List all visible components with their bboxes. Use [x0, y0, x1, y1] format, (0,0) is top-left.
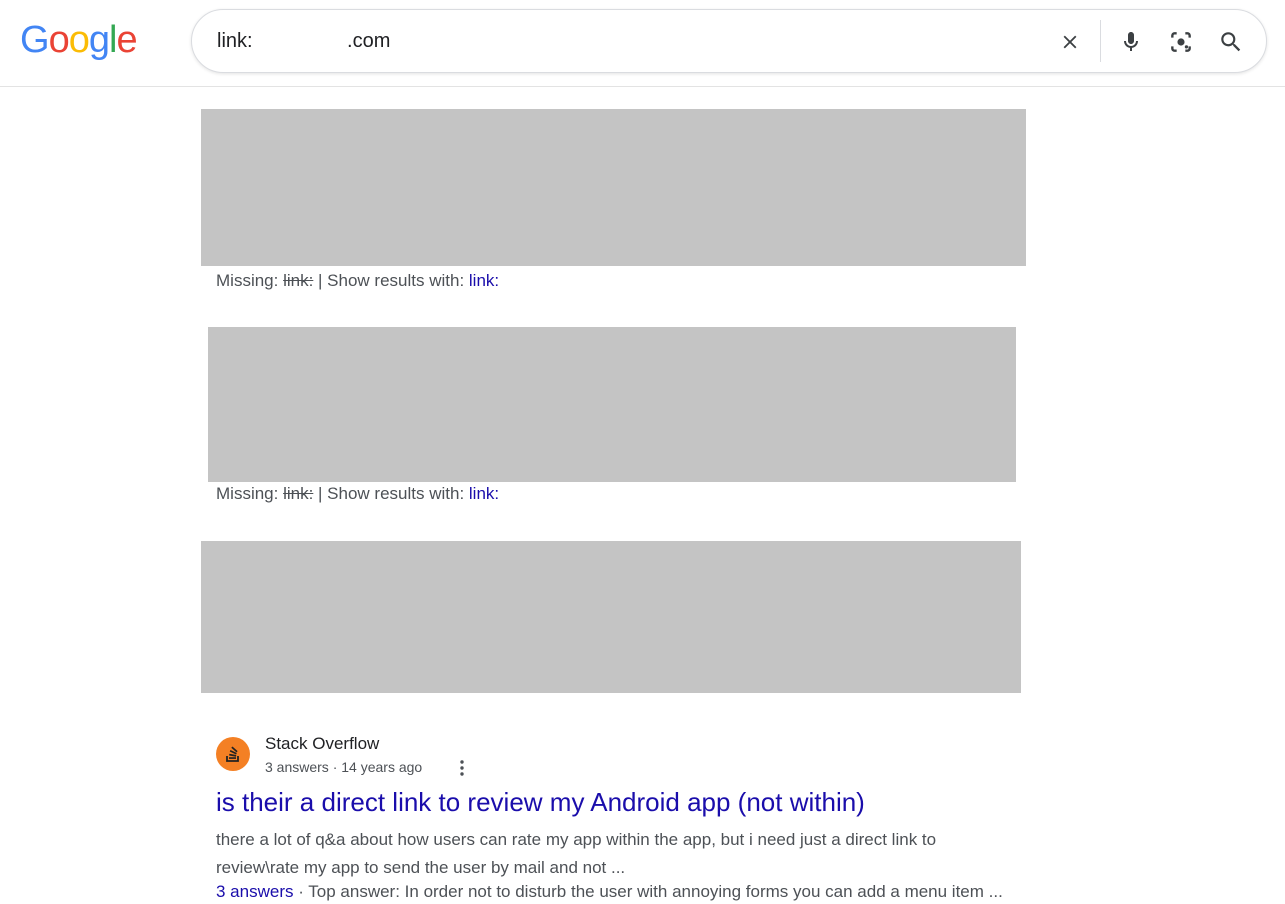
more-vert-icon[interactable]: [454, 758, 470, 778]
show-results-with-link[interactable]: link:: [469, 484, 499, 503]
top-answer-text: · Top answer: In order not to disturb th…: [293, 882, 1003, 901]
logo-letter: o: [48, 19, 70, 61]
microphone-icon[interactable]: [1115, 26, 1147, 58]
search-divider: [1100, 20, 1101, 62]
logo-letter: G: [20, 19, 50, 61]
header: Google: [0, 0, 1285, 87]
redacted-result: [201, 109, 1026, 266]
google-logo[interactable]: Google: [20, 18, 138, 62]
stack-overflow-icon[interactable]: [216, 737, 250, 771]
camera-lens-icon[interactable]: [1165, 26, 1197, 58]
result-title-link[interactable]: is their a direct link to review my Andr…: [216, 787, 865, 818]
redacted-result: [208, 327, 1016, 482]
missing-terms-row: Missing: link: | Show results with: link…: [216, 270, 499, 292]
site-name[interactable]: Stack Overflow: [265, 734, 379, 754]
search-box: [191, 9, 1267, 73]
close-icon[interactable]: [1054, 26, 1086, 58]
result-snippet: there a lot of q&a about how users can r…: [216, 830, 937, 877]
search-input[interactable]: [217, 24, 1037, 58]
logo-letter: o: [68, 19, 90, 61]
show-results-with-link[interactable]: link:: [469, 271, 499, 290]
answers-link[interactable]: 3 answers: [216, 882, 293, 901]
result-answers-line: 3 answers · Top answer: In order not to …: [216, 880, 1036, 904]
missing-terms-row: Missing: link: | Show results with: link…: [216, 483, 499, 505]
search-icon[interactable]: [1215, 26, 1247, 58]
redacted-result: [201, 541, 1021, 693]
result-meta: 3 answers · 14 years ago: [265, 759, 423, 775]
logo-letter: l: [108, 19, 118, 61]
missing-struck-term: link:: [283, 271, 314, 290]
missing-separator: | Show results with:: [313, 484, 469, 503]
missing-prefix: Missing:: [216, 484, 284, 503]
missing-separator: | Show results with:: [313, 271, 469, 290]
logo-letter: g: [88, 19, 110, 61]
logo-letter: e: [116, 19, 137, 61]
missing-struck-term: link:: [283, 484, 314, 503]
missing-prefix: Missing:: [216, 271, 284, 290]
